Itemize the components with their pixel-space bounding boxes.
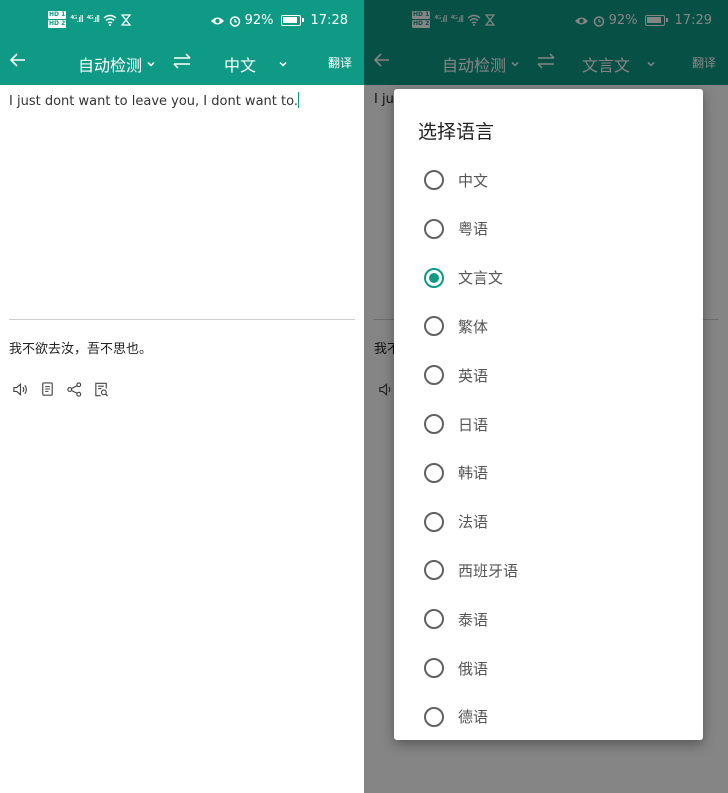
status-left-icons: HD 1 HD 2 ⁴ᴳ.ıll ⁴ᴳ.ıll — [48, 11, 132, 29]
language-option[interactable]: 法语 — [424, 507, 488, 537]
language-option[interactable]: 西班牙语 — [424, 555, 518, 585]
language-option-label: 法语 — [458, 513, 489, 532]
alarm-icon — [229, 15, 240, 27]
language-option-label: 文言文 — [458, 269, 504, 288]
language-option[interactable]: 文言文 — [424, 263, 503, 293]
radio-button[interactable] — [424, 365, 444, 386]
radio-button[interactable] — [424, 658, 444, 678]
status-right-icons: 92% 17:28 — [210, 13, 348, 28]
radio-button[interactable] — [424, 706, 444, 727]
radio-button[interactable] — [424, 609, 444, 630]
text-cursor — [297, 92, 300, 108]
language-option-label: 日语 — [458, 415, 489, 434]
hourglass-icon — [121, 14, 132, 26]
result-actions — [12, 381, 110, 398]
language-option-label: 韩语 — [458, 464, 489, 483]
status-bar: HD 1 HD 2 ⁴ᴳ.ıll ⁴ᴳ.ıll 92% 17:28 — [0, 0, 364, 42]
chevron-down-icon — [279, 61, 287, 67]
battery-percent: 92% — [244, 13, 274, 28]
source-text: I just dont want to leave you, I dont wa… — [9, 94, 298, 109]
translator-screen-left: HD 1 HD 2 ⁴ᴳ.ıll ⁴ᴳ.ıll 92% 17:28 自动检测 中… — [0, 0, 364, 793]
language-option-label: 粤语 — [458, 220, 489, 239]
signal-icon-2: ⁴ᴳ.ıll — [86, 15, 100, 25]
swap-icon[interactable] — [172, 51, 192, 71]
language-option[interactable]: 韩语 — [424, 458, 488, 488]
radio-button[interactable] — [424, 511, 444, 532]
language-option[interactable]: 德语 — [424, 702, 488, 732]
radio-button[interactable] — [424, 462, 444, 483]
copy-icon[interactable] — [39, 381, 56, 398]
language-option[interactable]: 泰语 — [424, 604, 488, 634]
language-option[interactable]: 俄语 — [424, 653, 488, 683]
translation-output: 我不欲去汝，吾不思也。 — [9, 342, 153, 357]
wifi-icon — [103, 14, 117, 26]
language-option-label: 英语 — [458, 366, 489, 385]
divider — [9, 319, 355, 320]
radio-button[interactable] — [424, 267, 444, 288]
translate-button[interactable]: 翻译 — [328, 54, 352, 71]
source-language-label: 自动检测 — [78, 56, 143, 75]
language-option[interactable]: 日语 — [424, 409, 488, 439]
target-language-label: 中文 — [224, 56, 257, 75]
share-icon[interactable] — [66, 381, 83, 398]
language-option-label: 俄语 — [458, 659, 489, 678]
toolbar: 自动检测 中文 翻译 — [0, 42, 364, 85]
battery-icon — [280, 15, 304, 26]
language-option-label: 中文 — [458, 171, 489, 190]
language-option-label: 德语 — [458, 708, 489, 727]
dialog-title: 选择语言 — [418, 121, 495, 143]
language-option-label: 泰语 — [458, 610, 489, 629]
hd-icon: HD 1 HD 2 — [48, 11, 67, 28]
language-option-label: 繁体 — [458, 317, 489, 336]
target-language-selector[interactable]: 中文 — [224, 52, 288, 76]
app-header: HD 1 HD 2 ⁴ᴳ.ıll ⁴ᴳ.ıll 92% 17:28 自动检测 中… — [0, 0, 364, 85]
source-language-selector[interactable]: 自动检测 — [78, 52, 156, 76]
language-option-label: 西班牙语 — [458, 561, 519, 580]
language-select-dialog: 选择语言 中文粤语文言文繁体英语日语韩语法语西班牙语泰语俄语德语 — [394, 89, 703, 740]
radio-button[interactable] — [424, 414, 444, 434]
radio-button[interactable] — [424, 218, 444, 239]
radio-button[interactable] — [424, 316, 444, 337]
chevron-down-icon — [147, 61, 155, 67]
radio-button[interactable] — [424, 170, 444, 190]
language-option[interactable]: 中文 — [424, 165, 488, 195]
language-option[interactable]: 英语 — [424, 360, 488, 390]
eye-icon — [210, 17, 224, 24]
source-text-input[interactable]: I just dont want to leave you, I dont wa… — [9, 92, 355, 109]
speaker-icon[interactable] — [12, 381, 29, 398]
status-time: 17:28 — [310, 13, 348, 28]
language-option[interactable]: 繁体 — [424, 311, 488, 341]
signal-icon: ⁴ᴳ.ıll — [70, 15, 83, 25]
back-arrow-icon[interactable] — [6, 48, 30, 72]
translator-screen-right: HD 1 HD 2 ⁴ᴳ.ıll ⁴ᴳ.ıll 92% 17:29 自动检测 文… — [364, 0, 728, 793]
radio-button[interactable] — [424, 560, 444, 581]
search-document-icon[interactable] — [93, 381, 110, 398]
language-option[interactable]: 粤语 — [424, 214, 488, 244]
